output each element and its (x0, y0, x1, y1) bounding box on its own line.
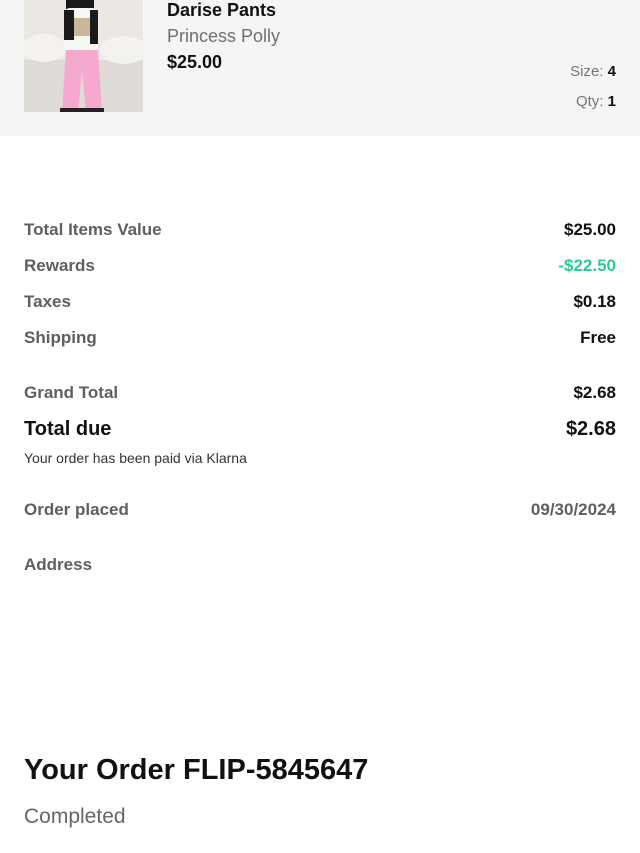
rewards-row: Rewards -$22.50 (24, 254, 616, 278)
size-label: Size: (570, 63, 604, 80)
grand-total-row: Grand Total $2.68 (24, 381, 616, 405)
address-label: Address (24, 555, 93, 574)
address-row: Address (24, 553, 616, 577)
size-value: 4 (607, 63, 616, 80)
total-items-row: Total Items Value $25.00 (24, 218, 616, 242)
total-items-label: Total Items Value (24, 220, 162, 239)
order-placed-label: Order placed (24, 500, 129, 519)
rewards-label: Rewards (24, 256, 95, 275)
qty-value: 1 (607, 93, 616, 110)
taxes-label: Taxes (24, 292, 71, 311)
order-item-card[interactable]: Darise Pants Princess Polly $25.00 Size:… (0, 0, 640, 136)
shipping-label: Shipping (24, 328, 97, 347)
total-due-value: $2.68 (565, 417, 616, 440)
grand-total-label: Grand Total (24, 383, 119, 402)
qty-label: Qty: (575, 93, 604, 110)
taxes-row: Taxes $0.18 (24, 290, 616, 314)
shipping-row: Shipping Free (24, 326, 616, 350)
product-price: $25.00 (167, 52, 223, 72)
product-quantity: Qty: 1 (576, 93, 616, 110)
taxes-value: $0.18 (573, 292, 616, 311)
total-items-value: $25.00 (564, 220, 616, 239)
shipping-value: Free (580, 328, 616, 347)
order-placed-value: 09/30/2024 (530, 500, 616, 519)
order-status: Completed (24, 805, 126, 828)
order-title: Your Order FLIP-5845647 (24, 754, 369, 786)
rewards-value: -$22.50 (558, 256, 616, 275)
payment-note: Your order has been paid via Klarna (24, 450, 247, 466)
grand-total-value: $2.68 (573, 383, 616, 402)
order-placed-row: Order placed 09/30/2024 (24, 498, 616, 522)
total-due-row: Total due $2.68 (24, 415, 616, 443)
product-image[interactable] (24, 0, 143, 112)
product-brand: Princess Polly (167, 26, 281, 46)
total-due-label: Total due (24, 417, 112, 440)
product-name: Darise Pants (167, 0, 277, 20)
product-size: Size: 4 (570, 63, 616, 80)
